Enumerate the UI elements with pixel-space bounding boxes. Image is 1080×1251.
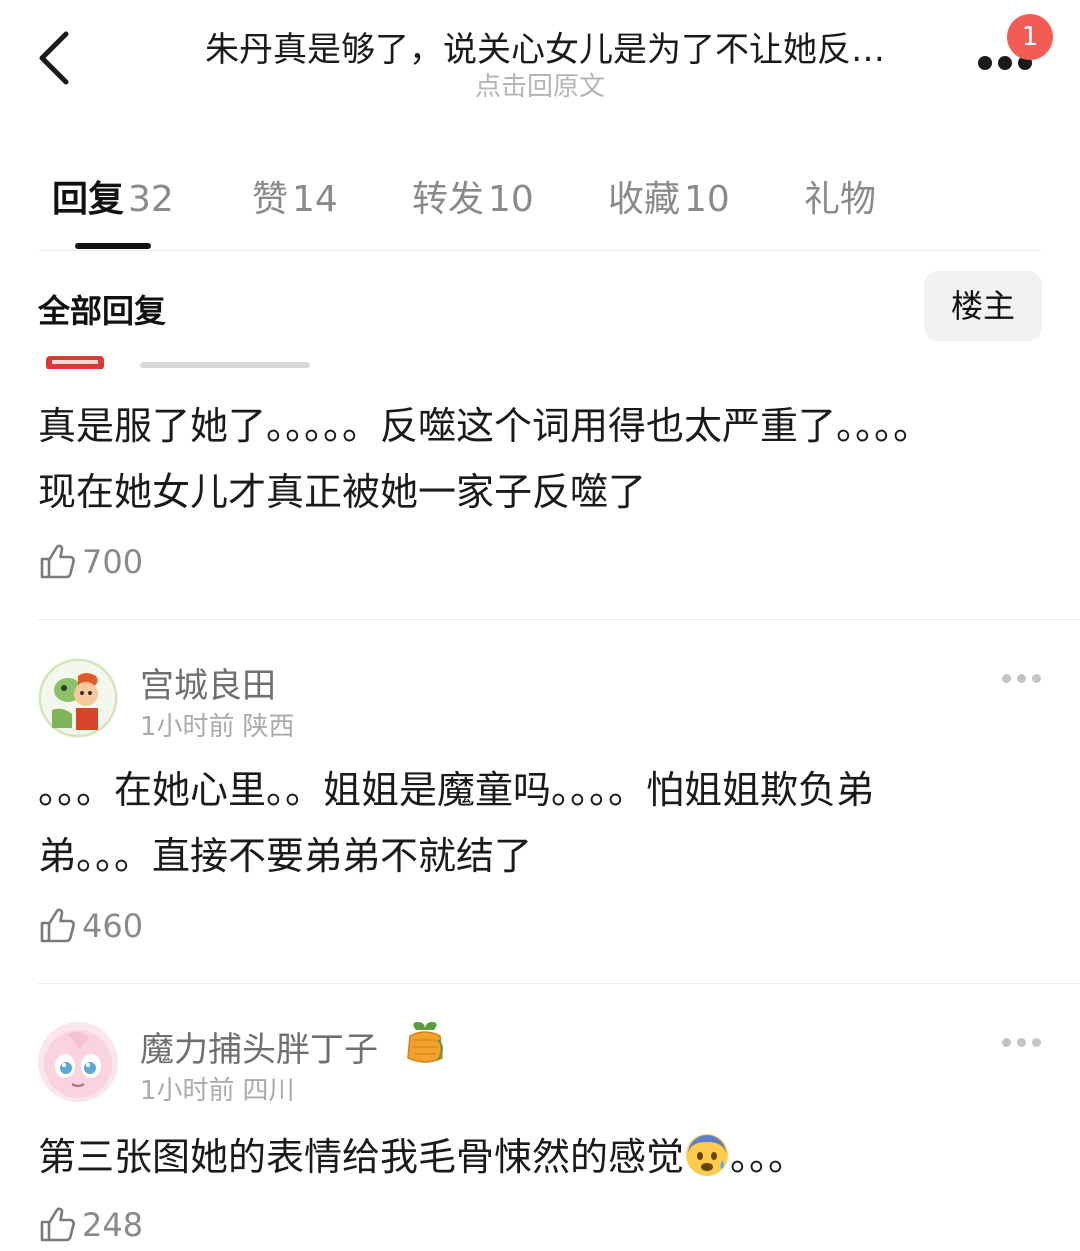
back-to-original-link[interactable]: 点击回原文 bbox=[0, 66, 1080, 103]
comment-text-line: 第三张图她的表情给我毛骨悚然的感觉 bbox=[38, 1135, 685, 1179]
location: 陕西 bbox=[242, 712, 295, 742]
divider bbox=[38, 983, 1080, 984]
username[interactable]: 宫城良田 bbox=[140, 658, 276, 707]
comment-meta: 1小时前 四川 bbox=[140, 1070, 295, 1107]
more-icon-dot bbox=[998, 56, 1012, 70]
divider bbox=[38, 619, 1080, 620]
op-filter-button[interactable]: 楼主 bbox=[924, 271, 1042, 341]
tab-count: 10 bbox=[488, 179, 534, 220]
like-count: 460 bbox=[82, 907, 144, 945]
tab-bar: 回复 32 赞 14 转发 10 收藏 10 礼物 bbox=[0, 170, 1080, 230]
comment-text-line: 现在她女儿才真正被她一家子反噬了 bbox=[38, 470, 647, 514]
comment-text[interactable]: 。。。在她心里。。姐姐是魔童吗。。。。怕姐姐欺负弟 弟。。。直接不要弟弟不就结了 bbox=[38, 757, 1038, 889]
tab-count: 32 bbox=[128, 179, 174, 220]
more-icon-dot bbox=[1017, 1038, 1026, 1047]
tab-label: 转发 bbox=[412, 179, 485, 220]
like-button[interactable]: 700 bbox=[38, 540, 143, 584]
tab-label: 赞 bbox=[252, 179, 289, 220]
username[interactable]: 魔力捕头胖丁子 bbox=[140, 1022, 378, 1071]
fearful-face-icon bbox=[686, 1134, 729, 1176]
active-tab-indicator bbox=[75, 243, 151, 249]
more-icon-dot bbox=[1032, 674, 1041, 683]
divider bbox=[38, 250, 1042, 251]
thumbs-up-icon bbox=[40, 1207, 75, 1242]
top-bar: 朱丹真是够了，说关心女儿是为了不让她反… 点击回原文 1 bbox=[0, 0, 1080, 120]
section-title: 全部回复 bbox=[38, 292, 167, 330]
page-title[interactable]: 朱丹真是够了，说关心女儿是为了不让她反… bbox=[150, 22, 940, 71]
notification-badge: 1 bbox=[1007, 14, 1053, 60]
tab-likes[interactable]: 赞 14 bbox=[252, 170, 338, 222]
tab-favorites[interactable]: 收藏 10 bbox=[608, 170, 730, 222]
timestamp: 1小时前 bbox=[140, 1076, 235, 1106]
like-button[interactable]: 460 bbox=[38, 904, 143, 948]
more-icon bbox=[1002, 674, 1011, 683]
tab-count: 10 bbox=[684, 179, 730, 220]
tab-label: 礼物 bbox=[804, 179, 877, 220]
like-count: 700 bbox=[82, 543, 144, 581]
location: 四川 bbox=[242, 1076, 295, 1106]
tab-label: 回复 bbox=[52, 179, 125, 220]
comment-more-button[interactable] bbox=[1002, 674, 1042, 686]
avatar[interactable] bbox=[38, 1022, 118, 1102]
comment-more-button[interactable] bbox=[1002, 1038, 1042, 1050]
lucky-bag-medal-icon[interactable] bbox=[404, 1020, 446, 1066]
more-icon-dot bbox=[1017, 674, 1026, 683]
comment-meta-cutoff bbox=[140, 352, 310, 372]
comment-meta: 1小时前 陕西 bbox=[140, 706, 295, 743]
comment-text[interactable]: 第三张图她的表情给我毛骨悚然的感觉 。。。 bbox=[38, 1124, 1038, 1190]
timestamp: 1小时前 bbox=[140, 712, 235, 742]
like-button[interactable]: 248 bbox=[38, 1203, 143, 1247]
more-icon-dot bbox=[1032, 1038, 1041, 1047]
avatar[interactable] bbox=[38, 658, 118, 738]
more-icon bbox=[978, 56, 992, 70]
avatar[interactable] bbox=[46, 355, 104, 369]
more-icon bbox=[1002, 1038, 1011, 1047]
thumbs-up-icon bbox=[40, 544, 75, 579]
tab-reposts[interactable]: 转发 10 bbox=[412, 170, 534, 222]
like-count: 248 bbox=[82, 1206, 144, 1244]
comment-text[interactable]: 真是服了她了。。。。。反噬这个词用得也太严重了。。。。 现在她女儿才真正被她一家… bbox=[38, 393, 1038, 525]
comment-text-line: 。。。在她心里。。姐姐是魔童吗。。。。怕姐姐欺负弟 bbox=[38, 768, 875, 812]
tab-count: 14 bbox=[292, 179, 338, 220]
thumbs-up-icon bbox=[40, 908, 75, 943]
comment-text-line: 真是服了她了。。。。。反噬这个词用得也太严重了。。。。 bbox=[38, 404, 932, 448]
tab-label: 收藏 bbox=[608, 179, 681, 220]
tab-replies[interactable]: 回复 32 bbox=[52, 170, 174, 222]
comment-text-suffix: 。。。 bbox=[730, 1135, 807, 1179]
comment-text-line: 弟。。。直接不要弟弟不就结了 bbox=[38, 834, 533, 878]
tab-gifts[interactable]: 礼物 bbox=[804, 170, 876, 222]
